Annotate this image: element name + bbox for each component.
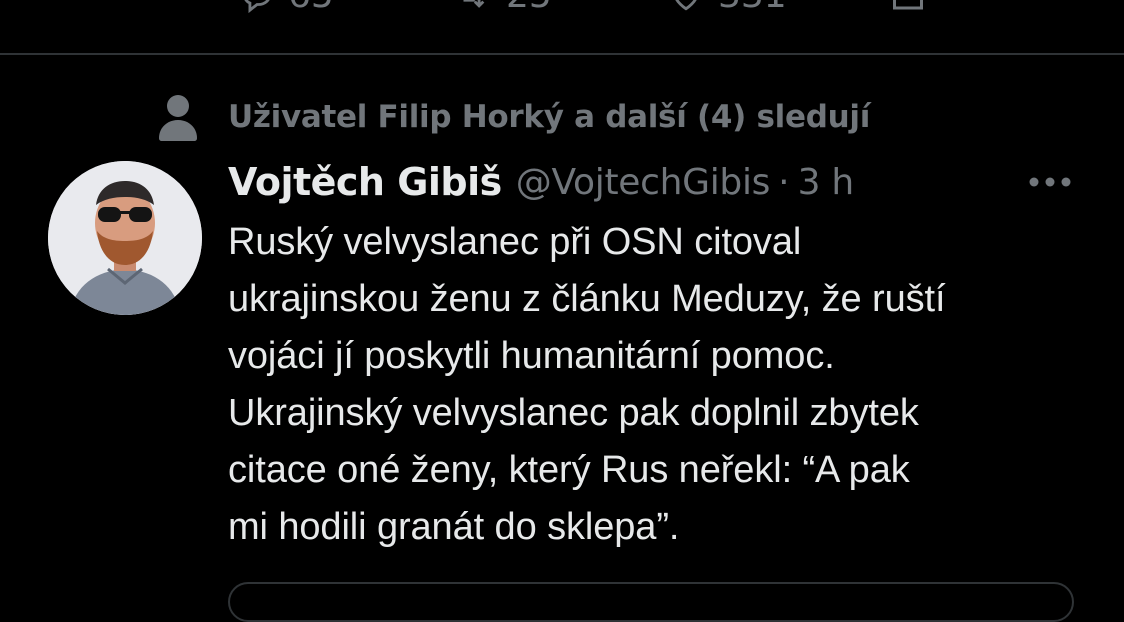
tweet-text-line: Ukrajinský velvyslanec pak doplnil zbyte… bbox=[228, 392, 919, 434]
retweet-button[interactable]: 25 bbox=[452, 0, 552, 14]
tweet-text-line: vojáci jí poskytli humanitární pomoc. bbox=[228, 335, 835, 377]
tweet-text-line: ukrajinskou ženu z článku Meduzy, že ruš… bbox=[228, 278, 946, 320]
tweet-header: Vojtěch Gibiš @VojtechGibis · 3 h bbox=[228, 156, 854, 208]
tweet-text-line: mi hodili granát do sklepa”. bbox=[228, 506, 680, 548]
like-count: 331 bbox=[718, 0, 787, 14]
avatar[interactable] bbox=[48, 161, 202, 315]
avatar-image bbox=[48, 161, 202, 315]
reply-button[interactable]: 65 bbox=[240, 0, 334, 14]
tweet-divider bbox=[0, 53, 1124, 55]
social-context[interactable]: Uživatel Filip Horký a další (4) sledují bbox=[156, 92, 870, 142]
reply-count: 65 bbox=[288, 0, 334, 14]
separator-dot: · bbox=[778, 161, 790, 203]
reply-icon bbox=[244, 0, 270, 13]
person-icon bbox=[159, 95, 197, 141]
tweet-text: Ruský velvyslanec při OSN citoval ukraji… bbox=[228, 214, 1108, 556]
author-name[interactable]: Vojtěch Gibiš bbox=[228, 160, 502, 204]
tweet-text-line: Ruský velvyslanec při OSN citoval bbox=[228, 221, 802, 263]
retweet-count: 25 bbox=[506, 0, 552, 14]
media-card[interactable] bbox=[228, 582, 1074, 622]
more-options-button[interactable] bbox=[1024, 162, 1076, 202]
author-handle[interactable]: @VojtechGibis bbox=[516, 162, 771, 203]
retweet-icon bbox=[463, 0, 485, 8]
like-icon bbox=[675, 0, 697, 11]
tweet-timestamp[interactable]: 3 h bbox=[798, 162, 855, 203]
like-button[interactable]: 331 bbox=[668, 0, 787, 14]
share-icon bbox=[893, 0, 923, 10]
more-icon bbox=[1029, 177, 1071, 187]
share-button[interactable] bbox=[886, 0, 944, 14]
tweet-text-line: citace oné ženy, který Rus neřekl: “A pa… bbox=[228, 449, 910, 491]
tweet-action-bar: 65 25 331 bbox=[0, 0, 1124, 20]
social-context-text: Uživatel Filip Horký a další (4) sledují bbox=[228, 99, 871, 135]
